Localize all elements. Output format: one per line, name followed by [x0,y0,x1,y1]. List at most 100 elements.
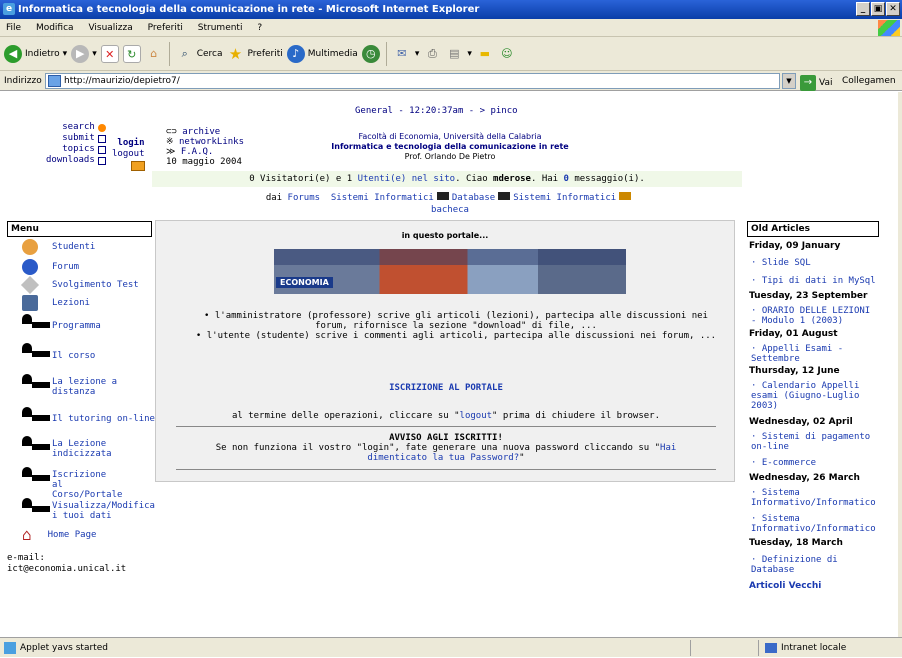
article-date: Friday, 01 August [749,329,838,339]
messages-text: messaggio(i). [574,174,645,184]
old-articles-title: Old Articles [747,221,879,237]
address-bar: Indirizzo http://maurizio/depietro7/ ▼ →… [0,71,902,91]
go-button[interactable]: → Vai [800,73,832,93]
article-link[interactable]: · Slide SQL [751,258,881,268]
address-input[interactable]: http://maurizio/depietro7/ [45,73,780,89]
article-link[interactable]: · Appelli Esami - Settembre [751,344,881,364]
logout-note-link[interactable]: logout [460,411,493,421]
menu-bar: File Modifica Visualizza Preferiti Strum… [0,19,902,37]
signup-link[interactable]: ISCRIZIONE AL PORTALE [156,383,736,393]
menu-help[interactable]: ? [257,23,262,33]
back-button[interactable]: ◀ Indietro ▾ [4,44,67,63]
status-panel [690,640,750,656]
lessons-icon [22,295,38,311]
users-online-link[interactable]: Utenti(e) nel sito [358,174,456,184]
greeting: . Ciao [455,174,488,184]
forum-icon [22,259,38,275]
article-link[interactable]: · ORARIO DELLE LEZIONI - Modulo 1 (2003) [751,306,881,326]
mail-icon[interactable]: ✉ [393,45,411,63]
search-button[interactable]: ⌕ Cerca [176,45,223,63]
menu-item-forum[interactable]: Forum [22,259,79,275]
main-heading: in questo portale... [401,231,489,240]
network-link[interactable]: networkLinks [179,137,244,147]
sistemi-informatici-link[interactable]: Sistemi Informatici [331,193,434,203]
print-icon[interactable]: ⎙ [423,45,441,63]
menu-strumenti[interactable]: Strumenti [198,23,243,33]
address-label: Indirizzo [4,76,42,86]
menu-item-programma[interactable]: Programma [52,321,101,331]
intranet-icon [765,642,777,653]
archive-link[interactable]: archive [182,127,220,137]
back-arrow-icon: ◀ [4,44,22,63]
forward-arrow-icon: ▶ [71,44,90,63]
article-date: Wednesday, 26 March [749,473,860,483]
message-count[interactable]: 0 [564,174,569,184]
media-button[interactable]: ♪ Multimedia [286,44,358,63]
menu-item-iscrizione[interactable]: Iscrizione al Corso/Portale [52,470,122,500]
history-icon[interactable]: ◷ [361,44,380,63]
article-date: Thursday, 12 June [749,366,840,376]
article-link[interactable]: · Sistema Informativo/Informatico [751,488,881,508]
submit-link[interactable]: submit [62,133,95,144]
home-icon[interactable]: ⌂ [145,45,163,63]
menu-item-lezioni[interactable]: Lezioni [22,295,90,311]
menu-item-il-corso[interactable]: Il corso [52,351,95,361]
links-toolbar[interactable]: Collegamen [842,71,896,91]
notice-text: Se non funziona il vostro "login", fate … [215,443,677,463]
stop-icon[interactable]: ✕ [100,44,119,63]
maximize-button[interactable]: ▣ [871,2,885,16]
article-link[interactable]: · Sistemi di pagamento on-line [751,432,881,452]
folder-icon[interactable]: ▬ [476,45,494,63]
database-link[interactable]: Database [452,193,495,203]
favorites-button[interactable]: ★ Preferiti [227,45,283,63]
login-link[interactable]: login [112,138,144,149]
article-link[interactable]: · E-commerce [751,458,881,468]
article-date: Friday, 09 January [749,241,841,251]
article-link[interactable]: · Sistema Informativo/Informatico [751,514,881,534]
vertical-scrollbar[interactable] [898,92,902,637]
menu-item-studenti[interactable]: Studenti [22,239,95,255]
menu-item-home[interactable]: ⌂ Home Page [22,527,96,543]
message-icon[interactable] [130,161,145,171]
toolbar: ◀ Indietro ▾ ▶ ▾ ✕ ↻ ⌂ ⌕ Cerca ★ Preferiti … [0,37,902,71]
close-button[interactable]: ✕ [886,2,900,16]
menu-item-modifica-dati[interactable]: Visualizza/Modifica i tuoi dati [52,501,155,521]
older-articles-link[interactable]: Articoli Vecchi [749,581,821,591]
menu-item-lezione-distanza[interactable]: La lezione a distanza [52,377,122,397]
bacheca-link[interactable]: bacheca [431,205,469,215]
menu-preferiti[interactable]: Preferiti [148,23,183,33]
faq-link[interactable]: F.A.Q. [181,147,214,157]
email-label: e-mail: [7,553,45,563]
topics-link[interactable]: topics [62,144,95,155]
media-icon: ♪ [286,44,305,63]
header-general: General - 12:20:37am - > pinco [355,106,518,116]
header-center: Facoltà di Economia, Università della Ca… [300,132,600,162]
messenger-icon[interactable]: ☺ [498,45,516,63]
menu-label: Lezioni [52,298,90,308]
downloads-link[interactable]: downloads [46,155,95,166]
faq-icon: ≫ [166,147,181,157]
menu-modifica[interactable]: Modifica [36,23,74,33]
menu-label: Studenti [52,242,96,252]
article-link[interactable]: · Calendario Appelli esami (Giugno-Lugli… [751,381,881,411]
forums-link[interactable]: Forums [288,193,321,203]
search-link[interactable]: search [62,122,95,133]
article-link[interactable]: · Definizione di Database [751,555,881,575]
menu-file[interactable]: File [6,23,21,33]
archive-icon: ⊂⊃ [166,127,183,137]
edit-icon[interactable]: ▤ [445,45,463,63]
minimize-button[interactable]: _ [856,2,870,16]
menu-item-tutoring[interactable]: Il tutoring on-line [52,414,155,424]
sistemi-informatici-link-2[interactable]: Sistemi Informatici [513,193,616,203]
refresh-icon[interactable]: ↻ [122,44,141,63]
email-address: ict@economia.unical.it [7,564,127,574]
page-icon [48,75,61,87]
forward-button[interactable]: ▶ ▾ [71,44,97,63]
menu-item-test[interactable]: Svolgimento Test [20,275,139,295]
address-dropdown-icon[interactable]: ▼ [782,73,796,89]
article-link[interactable]: · Tipi di dati in MySql [751,276,881,286]
menu-item-lezione-indicizzata[interactable]: La Lezione indicizzata [52,439,112,459]
toolbar-separator [168,41,170,66]
menu-visualizza[interactable]: Visualizza [88,23,132,33]
logout-link[interactable]: logout [112,149,145,160]
